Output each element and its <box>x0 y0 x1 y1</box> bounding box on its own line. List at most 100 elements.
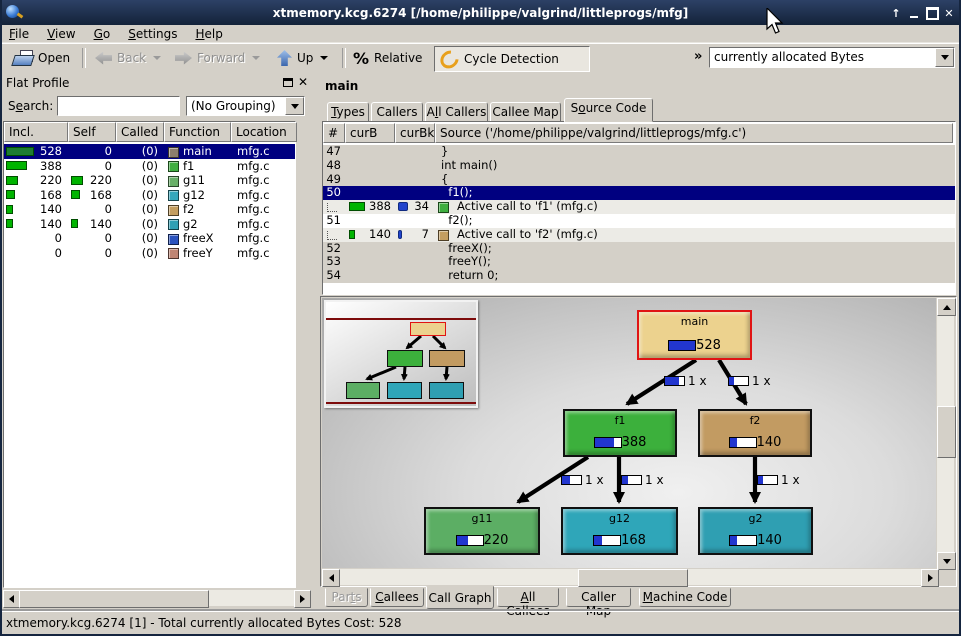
graph-hscrollbar[interactable] <box>322 569 937 585</box>
tab-source-code[interactable]: Source Code <box>564 98 653 122</box>
graph-node-g12[interactable]: g12168 <box>561 507 678 555</box>
scrollbar-thumb[interactable] <box>578 569 688 587</box>
menu-item-help[interactable]: Help <box>186 26 231 42</box>
open-button[interactable]: Open <box>8 46 75 70</box>
source-line-row[interactable]: 53 freeY(); <box>323 255 955 269</box>
flat-profile-row-f1[interactable]: 3880(0)f1mfg.c <box>4 159 295 174</box>
scroll-left-icon[interactable] <box>322 569 340 587</box>
node-label: g11 <box>472 512 493 525</box>
function-color-icon <box>168 248 179 259</box>
tree-expander-icon[interactable] <box>327 231 337 240</box>
scroll-right-icon[interactable] <box>294 590 311 608</box>
source-column-header[interactable]: Source ('/home/philippe/valgrind/littlep… <box>435 123 953 143</box>
grouping-combobox[interactable]: (No Grouping) <box>186 96 305 116</box>
combobox-arrow-icon[interactable] <box>935 48 954 67</box>
scroll-up-icon[interactable] <box>937 298 956 316</box>
tab-caller-map[interactable]: Caller Map <box>566 588 631 607</box>
maximize-button[interactable] <box>924 5 940 21</box>
tab-callers[interactable]: Callers <box>371 102 423 122</box>
forward-button[interactable]: Forward <box>170 46 265 70</box>
forward-dropdown-icon[interactable] <box>252 56 260 60</box>
source-line-row[interactable]: 54 return 0; <box>323 269 955 283</box>
self-bar-icon <box>71 176 83 185</box>
flat-profile-row-f2[interactable]: 1400(0)f2mfg.c <box>4 202 295 217</box>
flat-profile-row-freeX[interactable]: 00(0)freeXmfg.c <box>4 231 295 246</box>
call-graph-canvas[interactable]: main528f1388f2140g11220g12168g2140 1 x1 … <box>322 298 936 568</box>
graph-node-g11[interactable]: g11220 <box>424 507 540 555</box>
menu-item-file[interactable]: File <box>0 26 38 42</box>
menu-item-go[interactable]: Go <box>85 26 120 42</box>
dock-float-icon[interactable] <box>283 78 293 87</box>
source-line-row[interactable]: 48int main() <box>323 159 955 173</box>
source-column-header[interactable]: curBk <box>395 123 435 143</box>
back-dropdown-icon[interactable] <box>153 56 161 60</box>
line-number: 48 <box>326 159 341 173</box>
flat-profile-row-g2[interactable]: 140140(0)g2mfg.c <box>4 217 295 232</box>
event-type-combobox[interactable]: currently allocated Bytes <box>709 47 955 68</box>
flat-profile-row-g12[interactable]: 168168(0)g12mfg.c <box>4 188 295 203</box>
relative-toggle-button[interactable]: % Relative <box>348 46 427 70</box>
scroll-left-icon[interactable] <box>3 590 20 608</box>
self-value: 0 <box>105 202 112 217</box>
tab-types[interactable]: Types <box>327 102 369 122</box>
incl-cell: 0 <box>4 231 66 246</box>
toolbar-overflow-chevron[interactable]: » <box>694 49 702 64</box>
scroll-right-icon[interactable] <box>921 569 939 587</box>
flat-profile-hscrollbar[interactable] <box>3 590 309 606</box>
edge-call-count: 1 x <box>585 473 604 487</box>
source-column-header[interactable]: # <box>323 123 345 143</box>
source-line-row[interactable]: 51 f2(); <box>323 214 955 228</box>
tab-callee-map[interactable]: Callee Map <box>490 102 561 122</box>
column-header-called[interactable]: Called <box>116 122 164 142</box>
source-line-row[interactable]: 50 f1(); <box>323 186 955 200</box>
call-target-color-icon <box>438 202 449 213</box>
source-call-row[interactable]: 1407Active call to 'f2' (mfg.c) <box>323 228 955 242</box>
graph-node-g2[interactable]: g2140 <box>698 507 813 555</box>
edge-cost-bar-icon <box>757 475 778 485</box>
tree-expander-icon[interactable] <box>327 203 337 212</box>
search-input[interactable] <box>57 96 180 116</box>
tab-call-graph[interactable]: Call Graph <box>426 586 494 609</box>
minimize-button[interactable] <box>906 5 922 21</box>
combobox-arrow-icon[interactable] <box>285 97 304 115</box>
source-call-row[interactable]: 38834Active call to 'f1' (mfg.c) <box>323 200 955 214</box>
function-cell: f2 <box>164 202 231 217</box>
flat-profile-row-main[interactable]: 5280(0)mainmfg.c <box>4 144 295 159</box>
menu-item-view[interactable]: View <box>38 26 84 42</box>
curbk-bar-icon <box>398 230 402 239</box>
tab-all-callers[interactable]: All Callers <box>425 102 488 122</box>
dock-close-icon[interactable]: ✕ <box>298 77 308 87</box>
incl-cell: 168 <box>4 188 66 203</box>
up-dropdown-icon[interactable] <box>320 56 328 60</box>
column-header-self[interactable]: Self <box>68 122 116 142</box>
scroll-down-icon[interactable] <box>937 552 956 570</box>
graph-vscrollbar[interactable] <box>937 298 954 568</box>
source-line-row[interactable]: 52 freeX(); <box>323 242 955 256</box>
close-button[interactable]: ✕ <box>941 5 957 21</box>
column-header-function[interactable]: Function <box>164 122 231 142</box>
tab-callees[interactable]: Callees <box>370 588 424 607</box>
called-value: (0) <box>142 246 158 261</box>
cycle-detection-toggle-button[interactable]: Cycle Detection <box>434 46 590 72</box>
graph-node-f1[interactable]: f1388 <box>563 409 677 457</box>
source-line-row[interactable]: 47} <box>323 145 955 159</box>
menu-item-settings[interactable]: Settings <box>119 26 186 42</box>
source-line-row[interactable]: 49{ <box>323 173 955 187</box>
column-header-location[interactable]: Location <box>231 122 297 142</box>
title-bar[interactable]: xtmemory.kcg.6274 [/home/philippe/valgri… <box>0 0 961 25</box>
scrollbar-thumb[interactable] <box>937 406 956 458</box>
node-cost: 168 <box>593 533 646 548</box>
back-button[interactable]: Back <box>90 46 166 70</box>
source-column-header[interactable]: curB <box>345 123 395 143</box>
shade-button[interactable]: ↑ <box>888 5 904 21</box>
function-cell: g11 <box>164 173 231 188</box>
tab-machine-code[interactable]: Machine Code <box>639 588 731 607</box>
flat-profile-row-g11[interactable]: 220220(0)g11mfg.c <box>4 173 295 188</box>
tab-all-callees[interactable]: All Callees <box>497 588 559 607</box>
column-header-incl[interactable]: Incl. <box>4 122 68 142</box>
graph-node-main[interactable]: main528 <box>637 310 752 360</box>
up-button[interactable]: Up <box>272 46 333 70</box>
scrollbar-thumb[interactable] <box>19 590 209 608</box>
flat-profile-row-freeY[interactable]: 00(0)freeYmfg.c <box>4 246 295 261</box>
graph-node-f2[interactable]: f2140 <box>698 409 812 457</box>
